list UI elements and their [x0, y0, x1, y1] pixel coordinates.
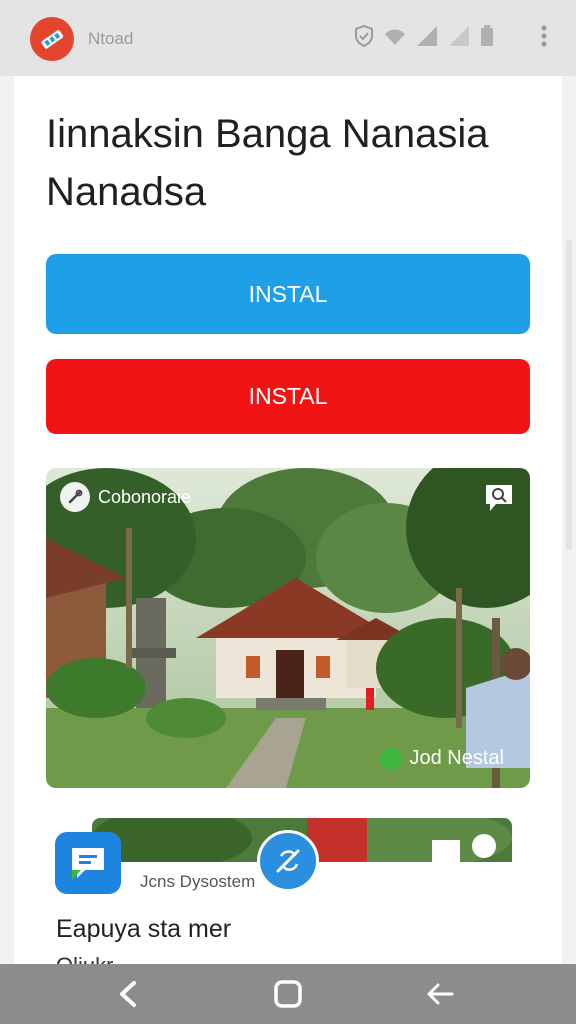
category-label: Cobonoraie	[98, 486, 192, 507]
card-heading-partial: Oliukr	[56, 953, 113, 964]
home-icon[interactable]	[271, 978, 305, 1010]
page-title: Iinnaksin Banga Nanasia Nanadsa	[46, 112, 489, 214]
signal-icon	[449, 26, 469, 46]
wifi-icon	[385, 29, 405, 45]
more-vert-icon[interactable]	[534, 24, 554, 48]
back-icon[interactable]	[111, 978, 145, 1010]
category-chip[interactable]: Cobonoraie	[60, 482, 191, 512]
card-heading: Eapuya sta mer	[56, 915, 232, 943]
chat-bubble-icon[interactable]	[482, 482, 516, 514]
green-dot-icon	[379, 747, 402, 770]
village-photo	[46, 468, 530, 788]
battery-icon	[481, 25, 493, 46]
app-name: Ntoad	[88, 29, 134, 48]
credit-label: Jod Nestal	[409, 747, 505, 769]
photo-credit: Jod Nestal	[379, 747, 505, 770]
shield-icon	[355, 25, 373, 47]
chat-app-icon[interactable]	[55, 832, 121, 894]
featured-card[interactable]: Cobonoraie Jod Nestal	[46, 468, 530, 788]
share-icon[interactable]	[257, 830, 319, 892]
card-subtitle: Jcns Dysostem	[140, 872, 256, 891]
status-bar: Ntoad	[0, 0, 576, 76]
install-button-secondary[interactable]: INSTAL	[46, 359, 530, 434]
return-icon[interactable]	[423, 978, 457, 1010]
app-logo-icon	[30, 17, 74, 61]
scrollbar[interactable]	[566, 240, 572, 550]
navigation-bar	[0, 964, 576, 1024]
signal-icon	[417, 26, 437, 46]
install-button-primary[interactable]: INSTAL	[46, 254, 530, 334]
wrench-icon	[60, 482, 90, 512]
